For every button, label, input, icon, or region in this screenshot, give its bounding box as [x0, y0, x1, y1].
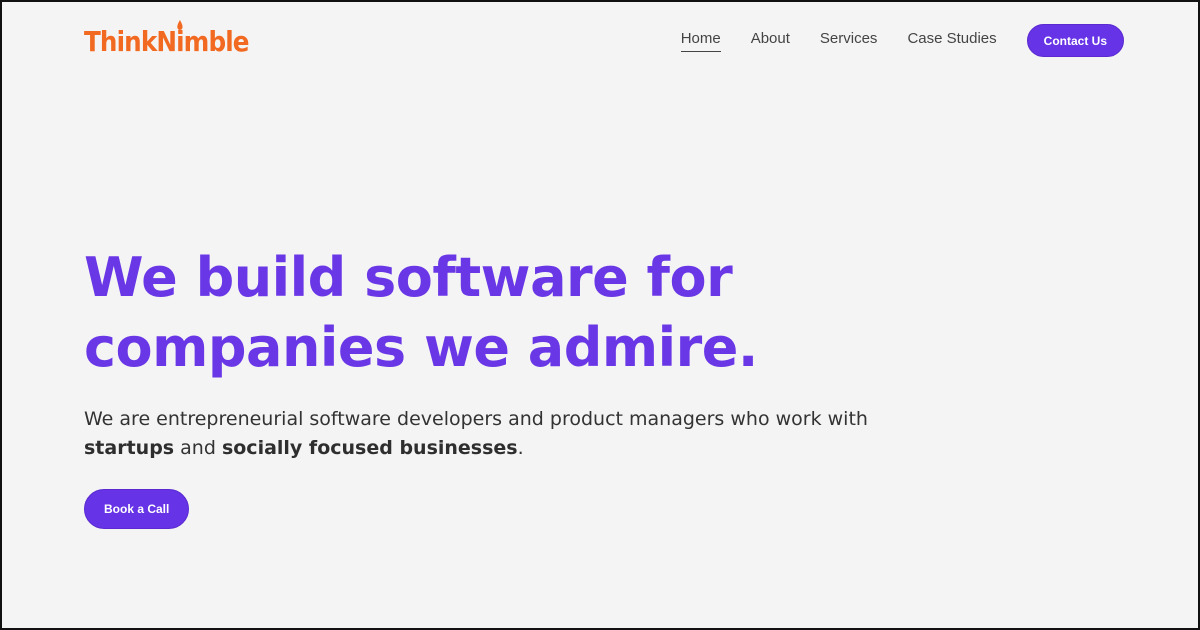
logo-flame-letter: i [176, 20, 184, 60]
hero-headline: We build software for companies we admir… [84, 243, 884, 383]
logo-text-suffix: mble [183, 25, 250, 58]
nav-case-studies[interactable]: Case Studies [907, 29, 996, 52]
sub-bold-socially-focused: socially focused businesses [221, 437, 518, 459]
contact-us-button[interactable]: Contact Us [1026, 24, 1124, 57]
nav-services[interactable]: Services [820, 29, 878, 52]
nav-home[interactable]: Home [680, 29, 721, 52]
sub-text-3: . [517, 437, 524, 459]
book-a-call-button[interactable]: Book a Call [84, 489, 190, 529]
hero-section: We build software for companies we admir… [84, 243, 884, 529]
logo-text-prefix: ThinkN [84, 25, 177, 58]
sub-text-1: We are entrepreneurial software develope… [84, 408, 868, 430]
sub-bold-startups: startups [84, 437, 175, 459]
headline-line-2: companies we admire. [84, 316, 758, 379]
main-nav: Home About Services Case Studies Contact… [680, 24, 1124, 57]
thinknimble-logo[interactable]: ThinkN imble [84, 20, 250, 60]
headline-line-1: We build software for [84, 246, 733, 309]
nav-about[interactable]: About [751, 29, 790, 52]
flame-icon [177, 20, 183, 30]
sub-text-2: and [174, 437, 222, 459]
hero-subheading: We are entrepreneurial software develope… [84, 405, 884, 463]
